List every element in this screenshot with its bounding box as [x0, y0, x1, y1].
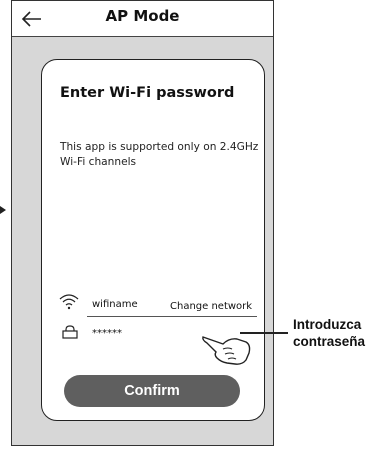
card-description: This app is supported only on 2.4GHz Wi-… [60, 141, 259, 168]
left-pointer-arrow [0, 206, 6, 214]
phone-screen: AP Mode Enter Wi-Fi password This app is… [11, 0, 274, 446]
wifi-icon [59, 294, 79, 310]
confirm-button[interactable]: Confirm [64, 375, 240, 407]
wifi-name: wifiname [92, 299, 138, 310]
divider [87, 316, 257, 317]
top-bar: AP Mode [12, 1, 273, 37]
callout-line [240, 332, 288, 334]
page-title: AP Mode [105, 7, 180, 25]
change-network-link[interactable]: Change network [170, 301, 252, 312]
screenshot-stage: AP Mode Enter Wi-Fi password This app is… [0, 0, 388, 451]
card-title: Enter Wi-Fi password [60, 85, 235, 101]
callout-text: Introduzca contraseña [293, 317, 366, 349]
lock-icon [62, 325, 78, 339]
